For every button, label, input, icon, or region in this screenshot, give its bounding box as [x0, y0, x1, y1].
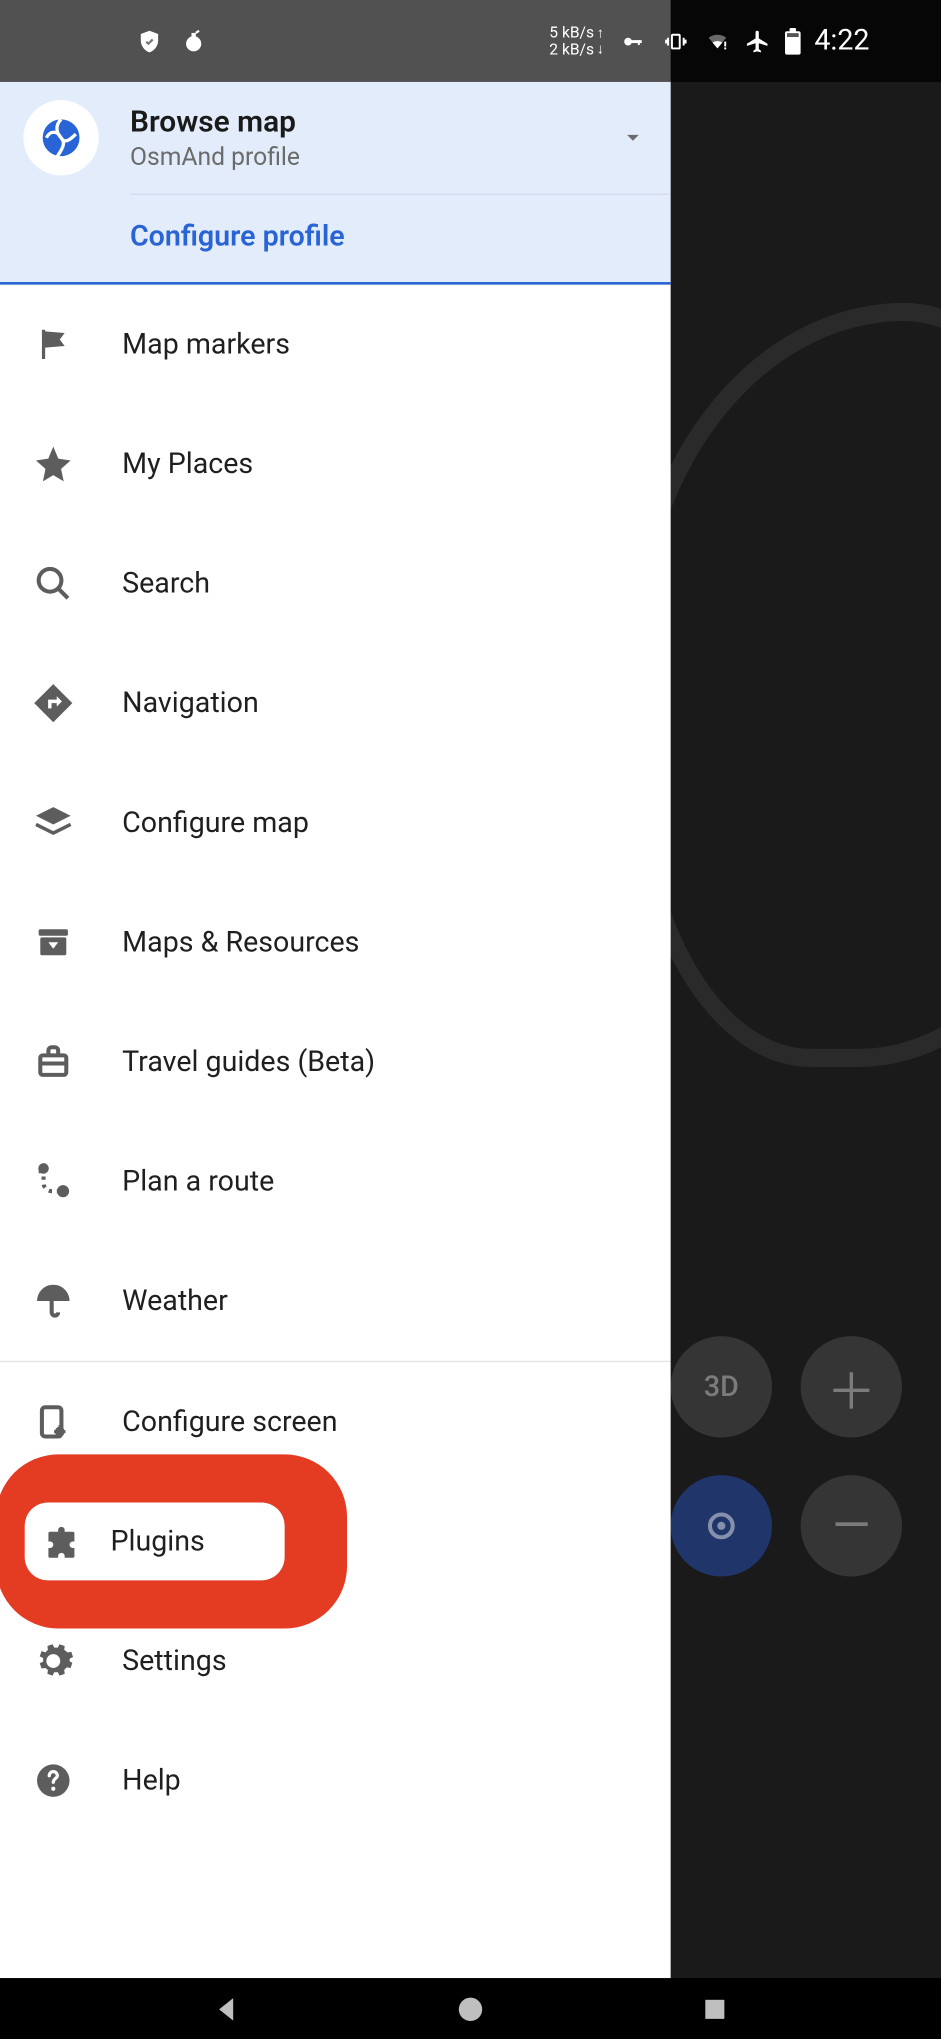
- menu-item-search[interactable]: Search: [0, 524, 671, 644]
- menu-item-label: Configure screen: [122, 1406, 337, 1438]
- wifi-alert-icon: [703, 29, 732, 52]
- map-3d-button[interactable]: 3D: [671, 1336, 772, 1437]
- menu-item-help[interactable]: Help: [0, 1721, 671, 1841]
- net-speed-up: 5 kB/s: [549, 24, 594, 41]
- vpn-key-icon: [617, 29, 648, 52]
- battery-icon: [783, 27, 801, 56]
- profile-subtitle: OsmAnd profile: [130, 142, 621, 172]
- screen-config-icon: [31, 1400, 75, 1444]
- flag-icon: [31, 322, 75, 366]
- layers-icon: [31, 801, 75, 845]
- menu-item-navigation[interactable]: Navigation: [0, 643, 671, 763]
- nav-recent-button[interactable]: [697, 1990, 733, 2026]
- menu-item-label: Travel guides (Beta): [122, 1046, 375, 1078]
- menu-item-label: Map markers: [122, 328, 290, 360]
- chevron-down-icon: [621, 126, 644, 149]
- drawer-menu: Map markers My Places Search Navigation Conf…: [0, 285, 671, 1979]
- zoom-out-button[interactable]: —: [801, 1475, 902, 1576]
- menu-item-label: Weather: [122, 1285, 228, 1317]
- menu-item-label: Plugins: [110, 1525, 204, 1557]
- net-arrows-icon: ↑↓: [597, 25, 604, 56]
- nav-back-button[interactable]: [208, 1990, 244, 2026]
- menu-item-plugins[interactable]: Plugins: [0, 1482, 671, 1602]
- profile-header: Browse map OsmAnd profile Configure prof…: [0, 82, 671, 285]
- profile-selector[interactable]: Browse map OsmAnd profile: [0, 82, 671, 194]
- menu-item-label: Plan a route: [122, 1165, 274, 1197]
- archive-down-icon: [31, 920, 75, 964]
- menu-item-label: Search: [122, 567, 210, 599]
- help-icon: [31, 1758, 75, 1802]
- star-icon: [31, 442, 75, 486]
- briefcase-icon: [31, 1040, 75, 1084]
- menu-item-label: Configure map: [122, 806, 309, 838]
- shield-check-icon: [136, 28, 162, 54]
- puzzle-icon: [38, 1519, 82, 1563]
- bomb-icon: [181, 28, 207, 54]
- menu-item-travel-guides-beta[interactable]: Travel guides (Beta): [0, 1002, 671, 1122]
- profile-title: Browse map: [130, 104, 621, 139]
- menu-item-configure-map[interactable]: Configure map: [0, 763, 671, 883]
- status-clock: 4:22: [814, 25, 869, 57]
- net-speed-down: 2 kB/s: [549, 41, 594, 58]
- airplane-mode-icon: [744, 28, 770, 54]
- menu-item-label: My Places: [122, 448, 253, 480]
- status-bar: 5 kB/s 2 kB/s ↑↓ 4:22: [0, 0, 941, 82]
- menu-item-my-places[interactable]: My Places: [0, 404, 671, 524]
- menu-item-label: Maps & Resources: [122, 926, 359, 958]
- menu-item-label: Navigation: [122, 687, 259, 719]
- menu-item-label: Help: [122, 1764, 181, 1796]
- profile-avatar: [23, 100, 98, 175]
- navigation-drawer: Browse map OsmAnd profile Configure prof…: [0, 82, 671, 1978]
- directions-icon: [31, 681, 75, 725]
- menu-item-weather[interactable]: Weather: [0, 1241, 671, 1361]
- umbrella-icon: [31, 1279, 75, 1323]
- search-icon: [31, 561, 75, 605]
- globe-icon: [39, 116, 83, 160]
- menu-item-maps-resources[interactable]: Maps & Resources: [0, 882, 671, 1002]
- zoom-in-button[interactable]: ＋: [801, 1336, 902, 1437]
- menu-item-label: Settings: [122, 1645, 226, 1677]
- menu-item-plan-a-route[interactable]: Plan a route: [0, 1122, 671, 1242]
- configure-profile-link[interactable]: Configure profile: [0, 195, 671, 282]
- gear-icon: [31, 1639, 75, 1683]
- callout-highlight: Plugins: [0, 1454, 347, 1628]
- vibrate-icon: [661, 29, 690, 52]
- nav-home-button[interactable]: [452, 1990, 488, 2026]
- menu-item-map-markers[interactable]: Map markers: [0, 285, 671, 405]
- system-nav-bar: [0, 1978, 941, 2039]
- locate-me-button[interactable]: [671, 1475, 772, 1576]
- route-icon: [31, 1159, 75, 1203]
